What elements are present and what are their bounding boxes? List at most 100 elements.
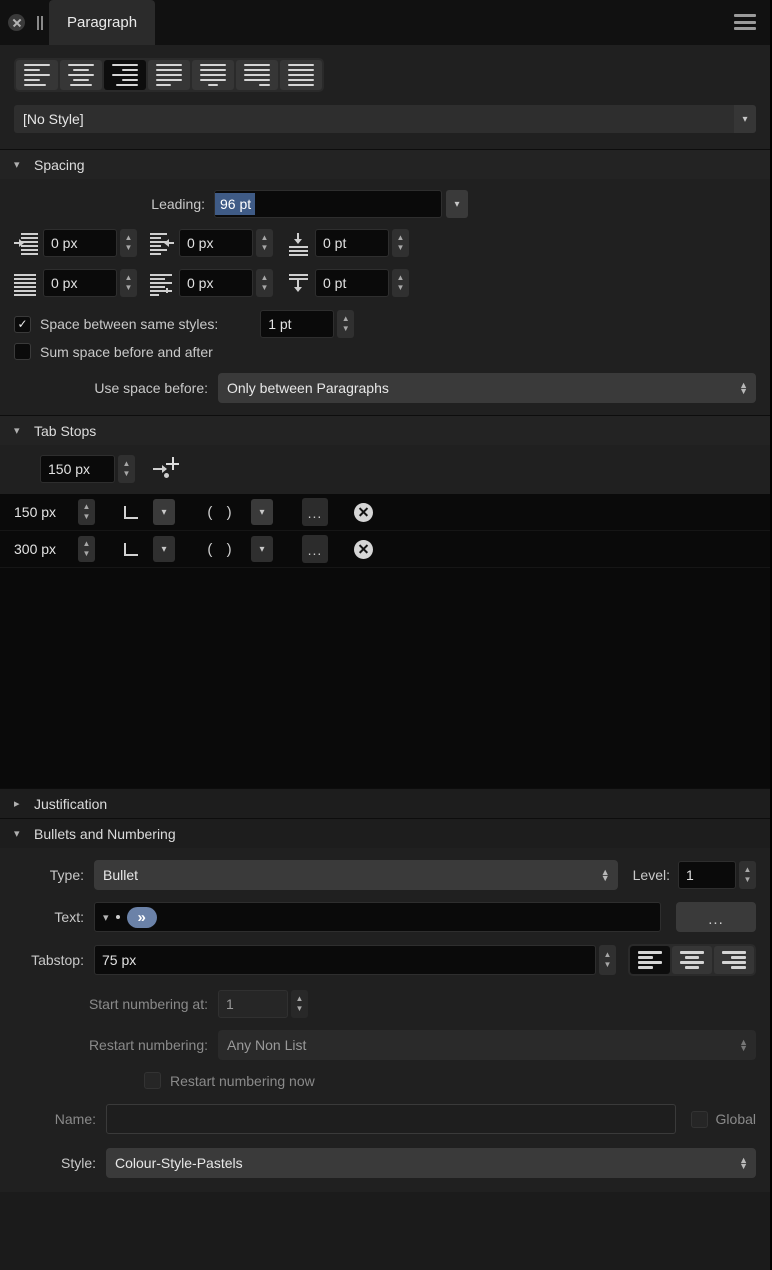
- space-between-same-styles-value: 1 pt: [268, 316, 292, 332]
- restart-numbering-value: Any Non List: [227, 1037, 307, 1053]
- indent-left-stepper[interactable]: ▲ ▼: [120, 229, 137, 257]
- bullet-text-token[interactable]: ▾ »: [95, 906, 157, 928]
- bullets-body: Type: Bullet ▲▼ Level: 1 ▲▼ Text: ▾ »: [0, 848, 770, 1192]
- tab-stop-list[interactable]: 150 px ▲ ▼ ▾ ( ) ▾ ... 300 px ▲ ▼ ▾ ( ) ▾ …: [0, 494, 770, 788]
- tab-stop-new-stepper[interactable]: ▲ ▼: [118, 455, 135, 483]
- bullet-tabstop-row: Tabstop: 75 px ▲ ▼: [14, 944, 756, 976]
- bullet-align-center-button[interactable]: [672, 946, 712, 974]
- bullet-level-input[interactable]: 1: [678, 861, 736, 889]
- align-center-icon: [68, 63, 94, 87]
- leading-label: Leading:: [151, 196, 205, 212]
- bullet-text-more-button[interactable]: ...: [676, 902, 756, 932]
- tab-paragraph-label: Paragraph: [67, 14, 138, 31]
- section-header-tab-stops[interactable]: ▾ Tab Stops: [0, 415, 770, 445]
- indent-right-stepper[interactable]: ▲ ▼: [256, 229, 273, 257]
- tab-stop-row[interactable]: 300 px ▲ ▼ ▾ ( ) ▾ ...: [0, 531, 770, 568]
- delete-circle-icon[interactable]: [354, 502, 373, 522]
- space-below-value: 0 pt: [323, 275, 347, 291]
- force-justify-button[interactable]: [280, 60, 322, 90]
- section-header-spacing[interactable]: ▾ Spacing: [0, 149, 770, 179]
- leading-dropdown-chevron-icon[interactable]: ▾: [446, 190, 468, 218]
- bullet-level-stepper[interactable]: ▲ ▼: [739, 861, 756, 889]
- space-above-stepper[interactable]: ▲ ▼: [392, 229, 409, 257]
- first-line-indent-input[interactable]: 0 px: [43, 269, 117, 297]
- bullet-type-row: Type: Bullet ▲ ▼ Level: 1 ▲ ▼: [14, 860, 756, 890]
- indent-row-1: 0 px ▲ ▼ 0 px ▲ ▼ 0 pt ▲ ▼: [14, 229, 756, 257]
- paragraph-style-dropdown[interactable]: [No Style]: [14, 105, 734, 133]
- tab-stop-row[interactable]: 150 px ▲ ▼ ▾ ( ) ▾ ...: [0, 494, 770, 531]
- tab-paragraph[interactable]: Paragraph: [49, 0, 156, 45]
- space-between-same-styles-checkbox[interactable]: ✓: [14, 315, 31, 333]
- tab-align-dropdown-chevron-icon[interactable]: ▾: [153, 499, 175, 525]
- bullet-style-dropdown[interactable]: Colour-Style-Pastels ▲ ▼: [106, 1148, 756, 1178]
- chevron-down-icon[interactable]: ▾: [734, 105, 756, 133]
- tab-stop-add-row: 150 px ▲ ▼: [0, 445, 770, 494]
- align-right-button[interactable]: [104, 60, 146, 90]
- first-line-indent-value: 0 px: [51, 275, 78, 291]
- indent-right-input[interactable]: 0 px: [179, 229, 253, 257]
- tab-align-dropdown-chevron-icon[interactable]: ▾: [153, 536, 175, 562]
- section-header-justification-label: Justification: [34, 795, 108, 812]
- restart-numbering-now-checkbox: [144, 1072, 161, 1089]
- global-checkbox[interactable]: [690, 1110, 708, 1128]
- bullet-name-input[interactable]: [106, 1104, 676, 1134]
- tab-stop-more-button[interactable]: ...: [302, 498, 328, 526]
- first-line-indent-stepper[interactable]: ▲ ▼: [120, 269, 137, 297]
- tab-stop-new-input[interactable]: 150 px: [40, 455, 115, 483]
- bullet-token-pill[interactable]: »: [126, 906, 157, 928]
- hamburger-menu-icon[interactable]: [734, 14, 756, 30]
- indent-right-value: 0 px: [187, 235, 214, 251]
- sum-space-checkbox[interactable]: [14, 343, 31, 360]
- spacing-body: Leading: 96 pt ▾ 0 px ▲ ▼ 0 px ▲ ▼ 0 pt …: [0, 179, 770, 415]
- use-space-before-value: Only between Paragraphs: [227, 380, 389, 396]
- indent-left-input[interactable]: 0 px: [43, 229, 117, 257]
- space-below-stepper[interactable]: ▲ ▼: [392, 269, 409, 297]
- leading-input[interactable]: 96 pt: [214, 190, 442, 218]
- bullet-type-dropdown[interactable]: Bullet ▲ ▼: [94, 860, 618, 890]
- align-left-button[interactable]: [16, 60, 58, 90]
- first-line-indent-icon: [14, 273, 38, 296]
- use-space-before-dropdown[interactable]: Only between Paragraphs ▲ ▼: [218, 373, 756, 403]
- space-between-same-styles-input[interactable]: 1 pt: [260, 310, 335, 338]
- tab-stop-position-stepper[interactable]: ▲ ▼: [78, 536, 95, 562]
- tab-fill-value[interactable]: ( ): [193, 541, 251, 558]
- hanging-indent-stepper[interactable]: ▲ ▼: [256, 269, 273, 297]
- space-above-input[interactable]: 0 pt: [315, 229, 389, 257]
- chevron-down-icon[interactable]: ▾: [103, 911, 109, 924]
- bullet-tabstop-input[interactable]: 75 px: [94, 945, 596, 975]
- tab-align-left-icon[interactable]: [109, 542, 153, 556]
- space-below-input[interactable]: 0 pt: [315, 269, 389, 297]
- justify-last-right-button[interactable]: [236, 60, 278, 90]
- bullet-align-left-button[interactable]: [630, 946, 670, 974]
- space-above-icon: [286, 233, 310, 256]
- updown-chevron-icon: ▲ ▼: [739, 380, 748, 396]
- align-justify-button[interactable]: [148, 60, 190, 90]
- tab-fill-dropdown-chevron-icon[interactable]: ▾: [251, 499, 273, 525]
- section-header-bullets[interactable]: ▾ Bullets and Numbering: [0, 818, 770, 848]
- hanging-indent-input[interactable]: 0 px: [179, 269, 253, 297]
- add-tab-stop-icon[interactable]: [153, 457, 179, 481]
- tab-fill-dropdown-chevron-icon[interactable]: ▾: [251, 536, 273, 562]
- delete-circle-icon[interactable]: [354, 539, 373, 559]
- pause-icon[interactable]: [35, 15, 45, 30]
- tab-stop-position-stepper[interactable]: ▲ ▼: [78, 499, 95, 525]
- bullet-text-label: Text:: [54, 909, 84, 925]
- tab-fill-value[interactable]: ( ): [193, 504, 251, 521]
- bullet-text-input[interactable]: ▾ »: [94, 902, 661, 932]
- tab-stop-more-button[interactable]: ...: [302, 535, 328, 563]
- justify-last-center-button[interactable]: [192, 60, 234, 90]
- close-circle-icon[interactable]: [8, 14, 25, 31]
- bullet-align-right-button[interactable]: [714, 946, 754, 974]
- space-between-same-styles-label: Space between same styles:: [40, 316, 219, 332]
- indent-left-value: 0 px: [51, 235, 78, 251]
- tab-stop-position: 300 px: [14, 541, 57, 557]
- section-header-justification[interactable]: ▸ Justification: [0, 788, 770, 818]
- tab-stop-position: 150 px: [14, 504, 57, 520]
- tab-align-left-icon[interactable]: [109, 505, 153, 519]
- align-center-button[interactable]: [60, 60, 102, 90]
- space-between-same-styles-stepper[interactable]: ▲ ▼: [337, 310, 355, 338]
- title-bar: Paragraph: [0, 0, 770, 45]
- indent-left-icon: [14, 233, 38, 255]
- space-below-icon: [286, 273, 310, 293]
- bullet-tabstop-stepper[interactable]: ▲ ▼: [599, 945, 616, 975]
